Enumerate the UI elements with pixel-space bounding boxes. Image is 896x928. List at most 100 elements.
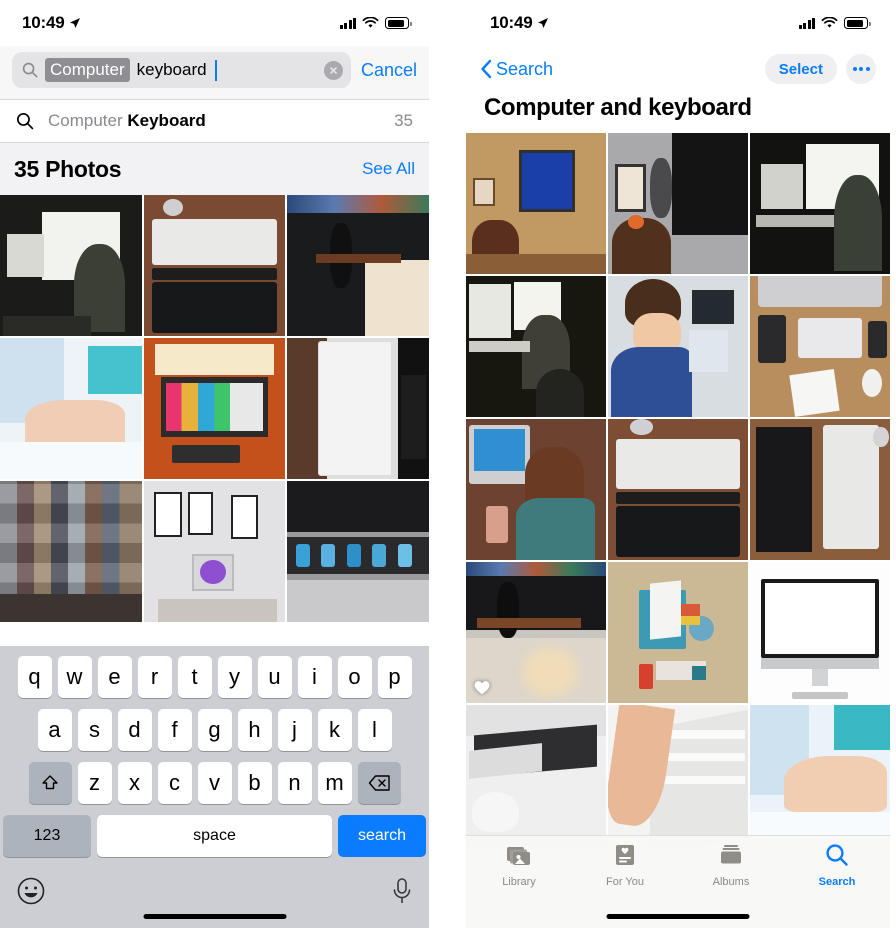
- key-b[interactable]: b: [237, 762, 272, 804]
- space-key[interactable]: space: [97, 815, 332, 857]
- key-l[interactable]: l: [357, 709, 392, 751]
- photo-thumbnail-smiling-man-in-blue-shirt-at-computer[interactable]: [608, 276, 748, 417]
- photo-thumbnail-bw-child-in-office-at-imac[interactable]: [466, 276, 606, 417]
- suggestion-prefix: Computer: [48, 111, 128, 130]
- back-label: Search: [496, 58, 554, 79]
- photo-thumbnail-imac-blank-white-screen[interactable]: [750, 562, 890, 703]
- photo-thumbnail-imac-desk-with-framed-wall-art[interactable]: [143, 481, 286, 622]
- see-all-button[interactable]: See All: [362, 159, 415, 179]
- search-suggestion-row[interactable]: Computer Keyboard 35: [0, 99, 429, 143]
- onscreen-keyboard: qwertyuiop asdfghjkl zxcvbnm 123 space s…: [0, 646, 429, 928]
- photo-thumbnail-colorful-monitor-with-orange-lighting[interactable]: [143, 338, 286, 479]
- key-v[interactable]: v: [197, 762, 232, 804]
- numeric-key[interactable]: 123: [3, 815, 91, 857]
- photo-thumbnail-macbook-pro-touch-bar-closeup[interactable]: [287, 481, 429, 622]
- favorite-heart-icon: [473, 678, 491, 696]
- key-h[interactable]: h: [237, 709, 272, 751]
- cancel-button[interactable]: Cancel: [361, 60, 417, 81]
- key-q[interactable]: q: [17, 656, 52, 698]
- search-key[interactable]: search: [338, 815, 426, 857]
- more-options-button[interactable]: [846, 54, 876, 84]
- key-e[interactable]: e: [97, 656, 132, 698]
- cellular-bars-icon: [339, 17, 356, 29]
- photo-thumbnail-bw-person-at-imac-desk[interactable]: [0, 195, 142, 336]
- search-icon: [825, 843, 849, 872]
- photo-art: [466, 133, 606, 274]
- key-u[interactable]: u: [257, 656, 292, 698]
- search-icon: [16, 112, 34, 130]
- status-indicators: [798, 17, 871, 29]
- photos-library-icon: [506, 843, 532, 872]
- key-f[interactable]: f: [157, 709, 192, 751]
- photo-art: [750, 419, 890, 560]
- photo-thumbnail-blurred-pixelated-photo[interactable]: [0, 481, 142, 622]
- status-indicators: [339, 17, 412, 29]
- photo-art: [608, 419, 748, 560]
- key-c[interactable]: c: [157, 762, 192, 804]
- wifi-icon: [362, 17, 379, 28]
- photo-thumbnail-girl-with-hair-bow-at-computer[interactable]: [608, 133, 748, 274]
- key-d[interactable]: d: [117, 709, 152, 751]
- key-w[interactable]: w: [57, 656, 92, 698]
- photo-thumbnail-bw-imac-keyboard-and-magic-mouse[interactable]: [466, 705, 606, 846]
- select-button[interactable]: Select: [764, 54, 837, 84]
- photo-thumbnail-samsung-phone-held-over-laptop[interactable]: [287, 338, 429, 479]
- key-n[interactable]: n: [277, 762, 312, 804]
- key-i[interactable]: i: [297, 656, 332, 698]
- photo-thumbnail-finger-pressing-white-keyboard-key[interactable]: [608, 705, 748, 846]
- photos-section-header: 35 Photos See All: [0, 143, 429, 195]
- photo-thumbnail-apple-keyboard-over-macbook-topdown[interactable]: [608, 419, 748, 560]
- keyboard-row-3: zxcvbnm: [0, 762, 429, 804]
- key-k[interactable]: k: [317, 709, 352, 751]
- text-caret: [214, 59, 217, 81]
- photo-art: [608, 133, 748, 274]
- search-input[interactable]: Computer keyboard: [12, 52, 351, 88]
- key-p[interactable]: p: [377, 656, 412, 698]
- search-icon: [22, 62, 38, 78]
- wifi-icon: [821, 17, 838, 28]
- photo-thumbnail-two-keyboards-side-by-side-on-desk[interactable]: [750, 419, 890, 560]
- shift-key[interactable]: [28, 762, 72, 804]
- left-status-bar: 10:49: [0, 0, 429, 46]
- photo-art: [0, 338, 142, 479]
- key-o[interactable]: o: [337, 656, 372, 698]
- keyboard-bottom-row: [0, 868, 429, 928]
- photo-thumbnail-apple-keyboard-and-macbook-on-wood-desk[interactable]: [143, 195, 286, 336]
- key-t[interactable]: t: [177, 656, 212, 698]
- tab-search[interactable]: Search: [784, 836, 890, 894]
- photo-thumbnail-isometric-illustration-desk-education[interactable]: [608, 562, 748, 703]
- photo-art: [287, 195, 429, 336]
- photo-thumbnail-macbook-keyboard-with-headphones[interactable]: [466, 562, 606, 703]
- photo-thumbnail-imac-keyboard-tablet-flatlay-on-wood[interactable]: [750, 276, 890, 417]
- smiley-emoji-icon[interactable]: [16, 876, 46, 906]
- photo-art: [608, 276, 748, 417]
- page-title: Computer and keyboard: [484, 94, 752, 121]
- clear-circle-icon[interactable]: [323, 60, 343, 80]
- key-y[interactable]: y: [217, 656, 252, 698]
- left-photo-grid: [0, 195, 429, 622]
- photo-thumbnail-child-in-pajamas-at-imac[interactable]: [466, 419, 606, 560]
- delete-key[interactable]: [357, 762, 401, 804]
- photo-thumbnail-child-at-blue-screen-crt-monitor[interactable]: [466, 133, 606, 274]
- tab-for-you[interactable]: For You: [572, 836, 678, 894]
- key-j[interactable]: j: [277, 709, 312, 751]
- tab-albums[interactable]: Albums: [678, 836, 784, 894]
- back-to-search-button[interactable]: Search: [480, 59, 553, 80]
- key-z[interactable]: z: [77, 762, 112, 804]
- photo-thumbnail-hands-typing-bright-office[interactable]: [750, 705, 890, 846]
- tab-library[interactable]: Library: [466, 836, 572, 894]
- key-g[interactable]: g: [197, 709, 232, 751]
- key-r[interactable]: r: [137, 656, 172, 698]
- battery-icon: [385, 17, 412, 29]
- key-a[interactable]: a: [37, 709, 72, 751]
- photo-thumbnail-macbook-keyboard-closeup-with-headphones[interactable]: [287, 195, 429, 336]
- key-m[interactable]: m: [317, 762, 352, 804]
- key-s[interactable]: s: [77, 709, 112, 751]
- microphone-icon[interactable]: [391, 876, 413, 906]
- photo-thumbnail-bw-woman-at-imac-by-window[interactable]: [750, 133, 890, 274]
- photo-art: [608, 705, 748, 846]
- albums-stack-icon: [719, 843, 743, 872]
- search-token-computer[interactable]: Computer: [45, 57, 130, 83]
- key-x[interactable]: x: [117, 762, 152, 804]
- photo-thumbnail-hands-typing-on-white-keyboard[interactable]: [0, 338, 142, 479]
